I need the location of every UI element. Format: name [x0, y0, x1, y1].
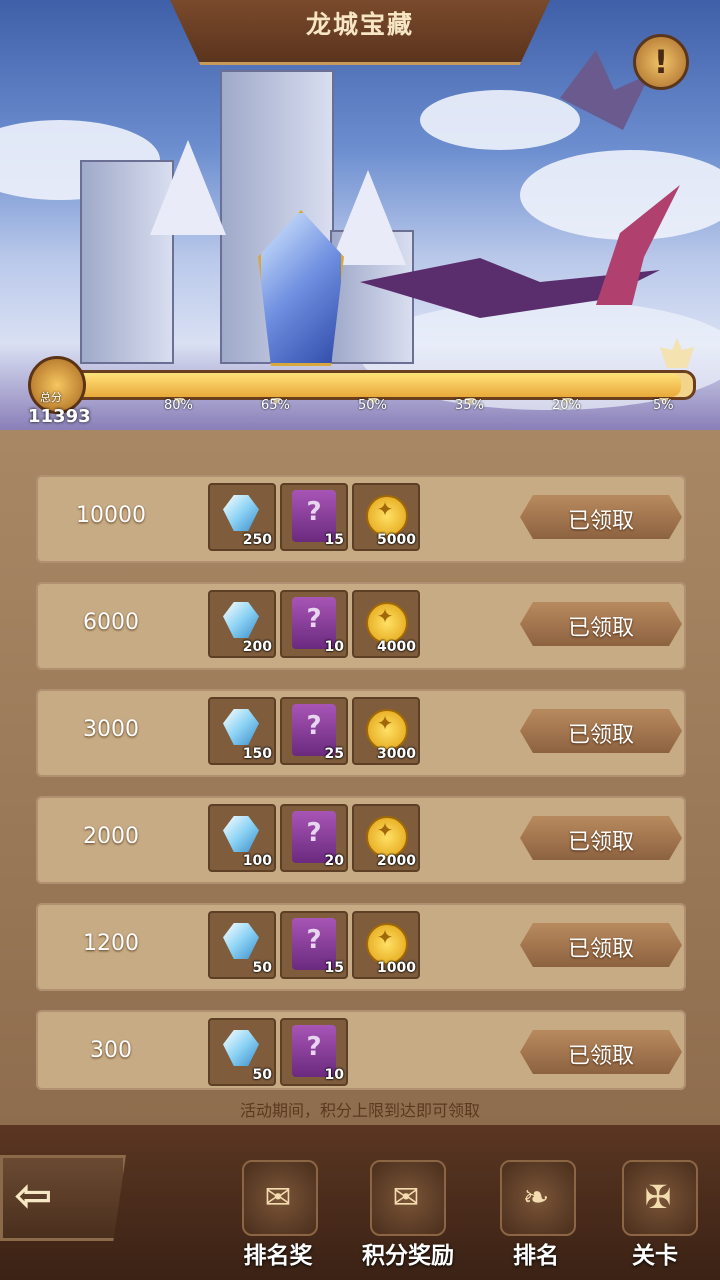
reward-item[interactable]: 50 — [208, 911, 276, 979]
diamond-icon — [223, 923, 259, 959]
reward-item[interactable]: ? 25 — [280, 697, 348, 765]
item-quantity: 250 — [242, 532, 272, 548]
claim-button-label: 已领取 — [567, 723, 634, 748]
item-quantity: 5000 — [377, 532, 416, 548]
diamond-icon — [223, 495, 259, 531]
reward-item[interactable]: ? 20 — [280, 804, 348, 872]
diamond-icon — [223, 816, 259, 852]
reward-row: 3000 150 ? 25 ✦ 3000 已领取 — [36, 689, 686, 777]
item-quantity: 150 — [242, 746, 272, 762]
reward-item[interactable]: ? 10 — [280, 1018, 348, 1086]
reward-threshold: 10000 — [76, 503, 146, 528]
claim-button-label: 已领取 — [567, 1044, 634, 1069]
nav-stage[interactable]: 关卡 — [590, 1236, 720, 1270]
item-quantity: 15 — [324, 960, 344, 976]
cloud — [520, 150, 720, 240]
reward-threshold: 3000 — [83, 717, 139, 742]
reward-item[interactable]: 250 — [208, 483, 276, 551]
page-title: 龙城宝藏 — [305, 10, 414, 39]
back-arrow-icon: ⇦ — [14, 1168, 53, 1222]
nav-rank-reward[interactable]: 排名奖 — [213, 1236, 343, 1270]
item-quantity: 2000 — [377, 853, 416, 869]
claim-button-label: 已领取 — [567, 509, 634, 534]
tick-label: 5% — [653, 398, 674, 413]
score-progress-bar — [70, 370, 696, 400]
info-button[interactable]: ! — [633, 34, 689, 90]
exclamation-icon: ! — [653, 43, 669, 81]
item-quantity: 10 — [324, 1067, 344, 1083]
reward-row: 1200 50 ? 15 ✦ 1000 已领取 — [36, 903, 686, 991]
reward-row: 2000 100 ? 20 ✦ 2000 已领取 — [36, 796, 686, 884]
item-quantity: 25 — [324, 746, 344, 762]
reward-threshold: 1200 — [83, 931, 139, 956]
reward-row: 300 50 ? 10 已领取 — [36, 1010, 686, 1090]
reward-item[interactable]: 200 — [208, 590, 276, 658]
reward-item[interactable]: 100 — [208, 804, 276, 872]
tick-label: 65% — [261, 398, 290, 413]
tick-label: 20% — [552, 398, 581, 413]
total-score: 11393 — [28, 406, 91, 427]
item-quantity: 10 — [324, 639, 344, 655]
item-quantity: 200 — [242, 639, 272, 655]
reward-item[interactable]: ✦ 1000 — [352, 911, 420, 979]
item-quantity: 4000 — [377, 639, 416, 655]
progress-fill — [73, 373, 681, 397]
claim-button-label: 已领取 — [567, 616, 634, 641]
tick-label: 35% — [455, 398, 484, 413]
claim-button-label: 已领取 — [567, 830, 634, 855]
item-quantity: 50 — [252, 1067, 272, 1083]
item-quantity: 3000 — [377, 746, 416, 762]
item-quantity: 50 — [252, 960, 272, 976]
reward-threshold: 6000 — [83, 610, 139, 635]
item-quantity: 1000 — [377, 960, 416, 976]
claim-button-label: 已领取 — [567, 937, 634, 962]
reward-item[interactable]: ✦ 2000 — [352, 804, 420, 872]
reward-item[interactable]: ✦ 4000 — [352, 590, 420, 658]
reward-threshold: 2000 — [83, 824, 139, 849]
reward-item[interactable]: ? 15 — [280, 911, 348, 979]
tick-label: 50% — [358, 398, 387, 413]
claim-rule-note: 活动期间，积分上限到达即可领取 — [239, 1101, 480, 1120]
reward-threshold: 300 — [90, 1038, 132, 1063]
reward-item[interactable]: ? 10 — [280, 590, 348, 658]
reward-item[interactable]: 150 — [208, 697, 276, 765]
castle-illustration — [80, 70, 414, 370]
reward-item[interactable]: ✦ 3000 — [352, 697, 420, 765]
diamond-icon — [223, 1030, 259, 1066]
reward-item[interactable]: ? 15 — [280, 483, 348, 551]
reward-row: 6000 200 ? 10 ✦ 4000 已领取 — [36, 582, 686, 670]
item-quantity: 100 — [242, 853, 272, 869]
diamond-icon — [223, 709, 259, 745]
reward-item[interactable]: ✦ 5000 — [352, 483, 420, 551]
reward-row: 10000 250 ? 15 ✦ 5000 已领取 — [36, 475, 686, 563]
nav-points-reward[interactable]: 积分奖励 — [343, 1236, 473, 1270]
reward-item[interactable]: 50 — [208, 1018, 276, 1086]
item-quantity: 20 — [324, 853, 344, 869]
nav-ranking[interactable]: 排名 — [471, 1236, 601, 1270]
item-quantity: 15 — [324, 532, 344, 548]
tick-label: 80% — [164, 398, 193, 413]
total-score-label: 总分 — [40, 391, 62, 404]
diamond-icon — [223, 602, 259, 638]
cloud — [420, 90, 580, 150]
